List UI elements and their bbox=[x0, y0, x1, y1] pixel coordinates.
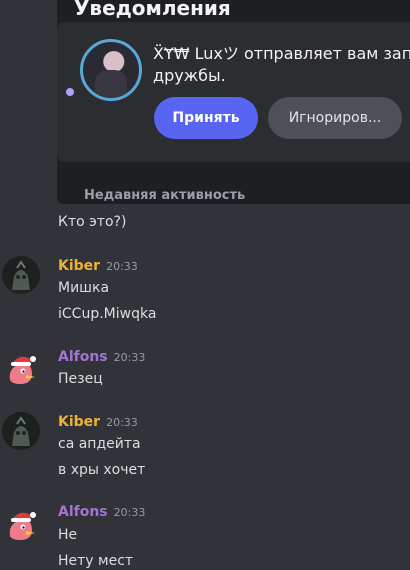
message-text: Кто это?) bbox=[58, 214, 127, 230]
recent-activity-label: Недавняя активность bbox=[84, 188, 246, 203]
friend-request-card: ẌɎ₩ Luxツ отправляет вам запро дружбы. Пр… bbox=[57, 22, 410, 162]
notification-panel-image: Уведомления ẌɎ₩ Luxツ отправляет вам запр… bbox=[57, 0, 410, 204]
accept-button[interactable]: Принять bbox=[154, 97, 258, 139]
alfons-avatar[interactable] bbox=[2, 350, 40, 388]
friend-request-line1: ẌɎ₩ Luxツ отправляет вам запро bbox=[153, 44, 410, 63]
kiber-avatar[interactable] bbox=[2, 256, 40, 294]
timestamp: 20:33 bbox=[113, 506, 146, 519]
message-header: Alfons 20:33 bbox=[58, 504, 145, 520]
timestamp: 20:33 bbox=[106, 260, 138, 273]
requester-avatar bbox=[80, 39, 142, 101]
friend-request-text: ẌɎ₩ Luxツ отправляет вам запро дружбы. bbox=[153, 43, 410, 87]
author-name[interactable]: Alfons bbox=[58, 504, 108, 520]
alfons-avatar[interactable] bbox=[2, 506, 40, 544]
message-text: Пезец bbox=[58, 371, 103, 387]
message-header: Kiber 20:33 bbox=[58, 414, 138, 430]
timestamp: 20:33 bbox=[106, 416, 138, 429]
message-text: Мишка bbox=[58, 280, 110, 296]
message-header: Alfons 20:33 bbox=[58, 349, 145, 365]
kiber-avatar-icon bbox=[2, 256, 40, 294]
timestamp: 20:33 bbox=[113, 351, 146, 364]
author-name[interactable]: Kiber bbox=[58, 414, 100, 430]
message-text: iCCup.Miwqka bbox=[58, 306, 157, 322]
message-text: са апдейта bbox=[58, 436, 141, 452]
message-text: Не bbox=[58, 527, 78, 543]
santa-bird-avatar-icon bbox=[9, 512, 36, 540]
notifications-title: Уведомления bbox=[74, 0, 231, 20]
kiber-avatar[interactable] bbox=[2, 412, 40, 450]
author-name[interactable]: Alfons bbox=[58, 349, 108, 365]
unread-dot bbox=[66, 88, 74, 96]
author-name[interactable]: Kiber bbox=[58, 258, 100, 274]
kiber-avatar-icon bbox=[2, 412, 40, 450]
message-text: в хры хочет bbox=[58, 462, 146, 478]
message-header: Kiber 20:33 bbox=[58, 258, 138, 274]
ignore-button[interactable]: Игнориров... bbox=[268, 97, 402, 139]
friend-request-line2: дружбы. bbox=[153, 66, 226, 85]
santa-bird-avatar-icon bbox=[9, 356, 36, 384]
message-text: Нету мест bbox=[58, 553, 134, 569]
